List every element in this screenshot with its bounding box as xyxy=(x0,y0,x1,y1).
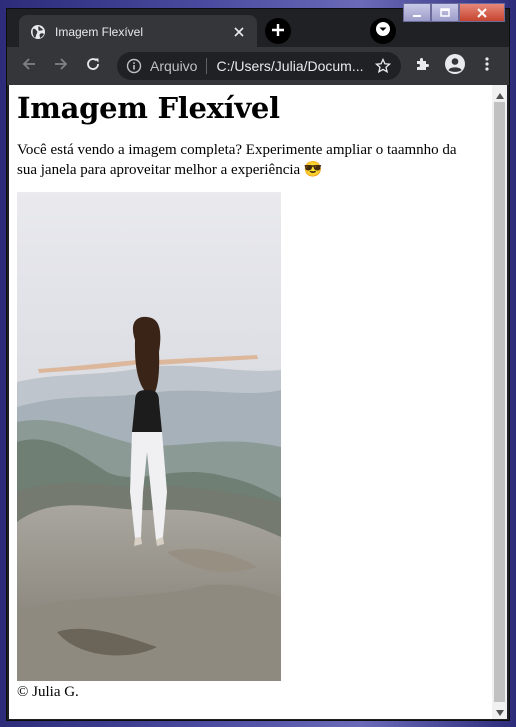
chevron-down-icon xyxy=(375,21,391,41)
info-icon[interactable] xyxy=(126,58,142,74)
reload-icon xyxy=(85,56,101,76)
url-separator xyxy=(206,58,208,74)
window-controls xyxy=(403,3,505,23)
reload-button[interactable] xyxy=(81,54,105,78)
back-button[interactable] xyxy=(17,54,41,78)
scroll-up-button[interactable] xyxy=(492,85,507,102)
footer-credit: © Julia G. xyxy=(17,684,79,700)
close-icon[interactable] xyxy=(231,24,247,40)
page-title: Imagem Flexível xyxy=(17,91,280,125)
maximize-button[interactable] xyxy=(431,3,459,22)
url-text[interactable]: C:/Users/Julia/Docum... xyxy=(216,58,366,74)
extensions-button[interactable] xyxy=(410,54,434,78)
tab-strip: Imagem Flexível xyxy=(7,3,509,49)
tab-title: Imagem Flexível xyxy=(55,25,144,39)
vertical-scrollbar[interactable] xyxy=(492,85,507,719)
plus-icon xyxy=(271,22,285,41)
url-scheme-label: Arquivo xyxy=(150,58,198,74)
puzzle-icon xyxy=(414,56,430,76)
forward-arrow-icon xyxy=(53,56,69,76)
kebab-menu-icon xyxy=(479,56,495,76)
browser-toolbar: Arquivo C:/Users/Julia/Docum... xyxy=(7,47,509,85)
page-viewport: Imagem Flexível Você está vendo a imagem… xyxy=(9,85,507,719)
forward-button[interactable] xyxy=(49,54,73,78)
mountain-photo xyxy=(17,192,281,681)
browser-window: Imagem Flexível Arquivo C:/Users/Julia/D… xyxy=(6,3,510,721)
browser-menu-button[interactable] xyxy=(475,54,499,78)
scroll-down-button[interactable] xyxy=(492,702,507,719)
page-content: Imagem Flexível Você está vendo a imagem… xyxy=(17,85,487,701)
tab-search-button[interactable] xyxy=(370,18,396,44)
avatar-icon xyxy=(444,53,466,79)
minimize-icon xyxy=(412,8,422,18)
triangle-up-icon xyxy=(495,85,504,103)
close-window-button[interactable] xyxy=(459,3,505,22)
scrollbar-thumb[interactable] xyxy=(494,102,505,702)
address-bar[interactable]: Arquivo C:/Users/Julia/Docum... xyxy=(117,52,401,80)
new-tab-button[interactable] xyxy=(265,18,291,44)
back-arrow-icon xyxy=(21,56,37,76)
tab-imagem-flexivel[interactable]: Imagem Flexível xyxy=(19,15,257,49)
globe-icon xyxy=(30,24,46,40)
maximize-icon xyxy=(440,7,450,18)
triangle-down-icon xyxy=(495,701,504,719)
star-icon[interactable] xyxy=(374,57,392,75)
intro-paragraph: Você está vendo a imagem completa? Exper… xyxy=(17,142,457,178)
close-icon xyxy=(477,7,487,18)
profile-button[interactable] xyxy=(443,54,467,78)
minimize-button[interactable] xyxy=(403,3,431,22)
